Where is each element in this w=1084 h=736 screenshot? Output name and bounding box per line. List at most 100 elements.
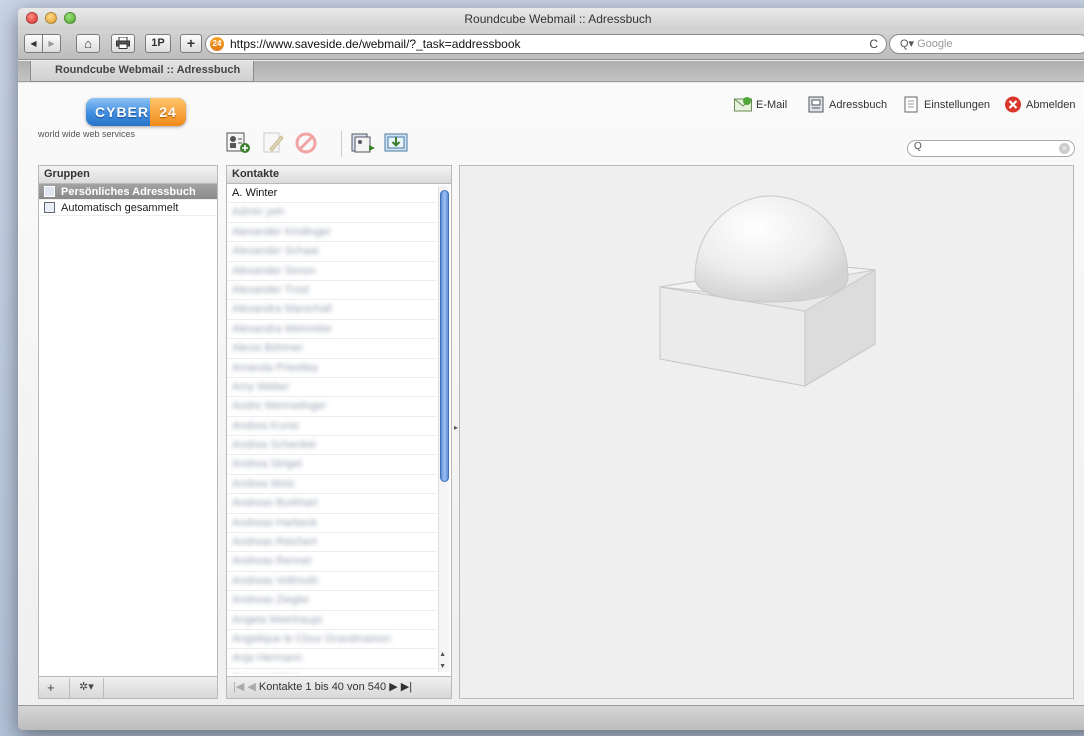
browser-search-field[interactable]: Q▾ Google xyxy=(889,34,1084,54)
scroll-thumb[interactable] xyxy=(440,190,449,482)
contact-row[interactable]: Admin yeh xyxy=(227,203,437,223)
contact-name: Andre Wermelinger xyxy=(232,400,327,413)
back-button[interactable]: ◀ xyxy=(24,34,43,53)
contact-name: A. Winter xyxy=(232,187,278,199)
groups-panel: Gruppen Persönliches Adressbuch Automati… xyxy=(38,165,218,699)
add-group-button[interactable]: + xyxy=(47,679,55,696)
search-icon: Q xyxy=(914,141,922,152)
delete-contact-button[interactable] xyxy=(294,131,320,155)
toolbar-separator xyxy=(341,131,342,157)
contact-row[interactable]: Andreas Burkhart xyxy=(227,494,437,514)
contact-name: Angelique le Clour Grandmaison xyxy=(232,632,391,645)
contact-row[interactable]: Amy Weber xyxy=(227,378,437,398)
prev-page-icon[interactable]: ◀ xyxy=(247,681,255,693)
contact-row[interactable]: Andrea Schenkel xyxy=(227,436,437,456)
logo-number: 24 xyxy=(150,98,186,126)
contact-row[interactable]: A. Winter xyxy=(227,184,437,204)
nav-abmelden[interactable]: Abmelden xyxy=(1004,95,1076,115)
contact-row[interactable]: Alexis Böhmer xyxy=(227,339,437,359)
print-icon xyxy=(116,36,130,52)
contact-row[interactable]: Angelique le Clour Grandmaison xyxy=(227,630,437,650)
home-icon: ⌂ xyxy=(84,36,92,51)
contact-name: Amanda Priestley xyxy=(232,361,319,374)
gear-icon: ✲▾ xyxy=(79,681,94,693)
print-button[interactable] xyxy=(111,34,135,53)
email-icon xyxy=(734,96,752,113)
contact-row[interactable]: Alexandra Marschall xyxy=(227,300,437,320)
import-icon xyxy=(384,133,408,152)
group-automatisch-gesammelt[interactable]: Automatisch gesammelt xyxy=(39,200,217,216)
logo-brand: CYBER xyxy=(95,104,150,120)
status-bar xyxy=(18,705,1084,730)
contact-row[interactable]: Andreas Renner xyxy=(227,552,437,572)
contacts-panel: Kontakte A. Winter Admin yeh Alexander Kin… xyxy=(226,165,452,699)
contact-row[interactable]: Andrea Strigel xyxy=(227,455,437,475)
logo-tagline: world wide web services xyxy=(38,129,136,139)
contact-row[interactable]: Alexander Kindinger xyxy=(227,223,437,243)
import-contacts-button[interactable] xyxy=(384,131,410,155)
group-persoenliches-adressbuch[interactable]: Persönliches Adressbuch xyxy=(39,184,217,200)
contact-row[interactable]: Anja Hermann xyxy=(227,649,437,669)
edit-contact-button[interactable] xyxy=(261,131,287,155)
contact-row[interactable]: Alexander Schaal xyxy=(227,242,437,262)
add-bookmark-button[interactable]: + xyxy=(180,34,202,53)
contact-row[interactable]: Andreas Vollmuth xyxy=(227,572,437,592)
contact-row[interactable]: Andreas Reichert xyxy=(227,533,437,553)
groups-footer: + ✲▾ xyxy=(39,676,217,698)
contact-name: Alexander Simon xyxy=(232,264,316,277)
contact-name: Alexander Schaal xyxy=(232,245,319,258)
scroll-down-arrow[interactable]: ▼ xyxy=(439,663,446,670)
contact-row[interactable]: Amanda Priestley xyxy=(227,359,437,378)
nav-email[interactable]: E-Mail xyxy=(734,95,787,115)
contact-name: Alexander Kindinger xyxy=(232,225,332,238)
nav-adressbuch-label: Adressbuch xyxy=(829,99,888,111)
last-page-icon[interactable]: ▶| xyxy=(401,681,412,693)
nav-abmelden-label: Abmelden xyxy=(1026,99,1076,111)
add-contact-icon xyxy=(226,132,250,153)
nav-einstellungen[interactable]: Einstellungen xyxy=(902,95,990,115)
footer-separator xyxy=(69,678,70,698)
contact-detail-panel xyxy=(459,165,1074,699)
addressbook-icon xyxy=(44,186,55,197)
cyber24-logo[interactable]: CYBER 24 xyxy=(86,98,186,126)
contact-name: Anja Hermann xyxy=(232,652,303,665)
next-page-icon[interactable]: ▶ xyxy=(389,681,397,693)
contact-name: Andreas Ziegler xyxy=(232,594,310,607)
contact-name: Andreas Vollmuth xyxy=(232,574,319,587)
contact-row[interactable]: Andrea Kunst xyxy=(227,417,437,437)
contact-row[interactable]: Anja Lambert xyxy=(227,669,437,674)
contact-row[interactable]: Andre Wermelinger xyxy=(227,397,437,417)
close-window-button[interactable] xyxy=(26,12,38,24)
forward-button[interactable]: ▶ xyxy=(42,34,61,53)
scroll-up-arrow[interactable]: ▲ xyxy=(439,651,446,658)
nav-adressbuch[interactable]: Adressbuch xyxy=(807,95,887,115)
contact-row[interactable]: Andreas Ziegler xyxy=(227,591,437,611)
panel-splitter[interactable]: ▸ xyxy=(454,423,458,432)
group-label: Persönliches Adressbuch xyxy=(61,186,196,198)
tab-adressbuch[interactable]: Roundcube Webmail :: Adressbuch xyxy=(30,61,254,82)
contact-row[interactable]: Andrea Wolz xyxy=(227,475,437,495)
contact-name: Alexander Trost xyxy=(232,283,310,296)
roundcube-watermark xyxy=(659,195,876,387)
first-page-icon[interactable]: |◀ xyxy=(233,681,244,693)
url-field[interactable]: 24 https://www.saveside.de/webmail/?_tas… xyxy=(205,34,887,54)
addressbook-icon xyxy=(807,96,825,113)
quick-search-input[interactable]: Q × xyxy=(907,140,1075,157)
group-options-button[interactable]: ✲▾ xyxy=(79,679,94,696)
contact-name: Alexandra Weinrebe xyxy=(232,322,332,335)
contact-row[interactable]: Alexandra Weinrebe xyxy=(227,320,437,340)
home-button[interactable]: ⌂ xyxy=(76,34,100,53)
contacts-scrollbar[interactable]: ▲ ▼ xyxy=(438,186,449,672)
add-contact-button[interactable] xyxy=(226,131,252,155)
clear-search-icon[interactable]: × xyxy=(1059,143,1070,154)
zoom-window-button[interactable] xyxy=(64,12,76,24)
export-vcard-button[interactable] xyxy=(351,131,377,155)
contact-row[interactable]: Andreas Harbeck xyxy=(227,514,437,534)
onepassword-button[interactable]: 1P xyxy=(145,34,171,53)
contact-row[interactable]: Alexander Simon xyxy=(227,262,437,281)
contact-row[interactable]: Angela Weinhaupt xyxy=(227,611,437,630)
minimize-window-button[interactable] xyxy=(45,12,57,24)
contact-row[interactable]: Alexander Trost xyxy=(227,281,437,301)
reload-icon[interactable]: C xyxy=(869,35,878,53)
contact-name: Andrea Strigel xyxy=(232,458,302,471)
